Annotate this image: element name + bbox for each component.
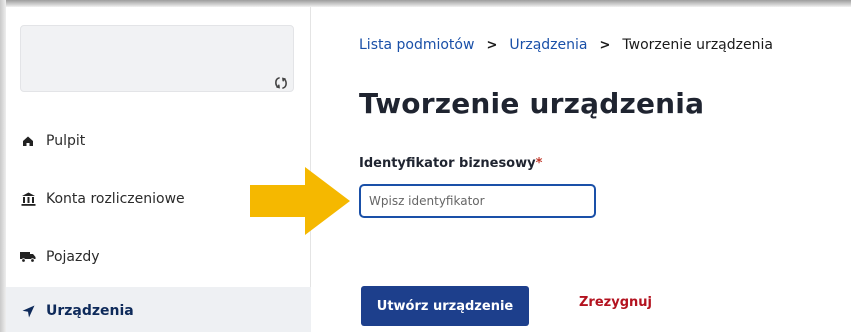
truck-icon — [20, 249, 36, 265]
sidebar-item-pojazdy[interactable]: Pojazdy — [6, 233, 311, 281]
page-title: Tworzenie urządzenia — [359, 87, 705, 120]
bank-icon — [20, 191, 36, 207]
chevron-right-icon: > — [599, 37, 611, 53]
sidebar-item-label: Urządzenia — [46, 303, 134, 319]
collapse-icon[interactable] — [273, 76, 289, 90]
breadcrumb-current: Tworzenie urządzenia — [622, 37, 773, 53]
sidebar-item-label: Konta rozliczeniowe — [46, 191, 185, 207]
sidebar-item-label: Pulpit — [46, 133, 86, 149]
breadcrumb: Lista podmiotów > Urządzenia > Tworzenie… — [359, 37, 773, 53]
breadcrumb-link-lista-podmiotow[interactable]: Lista podmiotów — [359, 37, 474, 53]
window-top-shadow — [0, 0, 851, 7]
sidebar-item-urzadzenia[interactable]: Urządzenia — [6, 287, 311, 332]
chevron-right-icon: > — [486, 37, 498, 53]
sidebar-item-label: Pojazdy — [46, 249, 100, 265]
home-icon — [20, 133, 36, 149]
profile-panel — [20, 25, 294, 92]
create-device-button[interactable]: Utwórz urządzenie — [361, 286, 529, 326]
identifier-label-text: Identyfikator biznesowy — [359, 156, 536, 171]
breadcrumb-link-urzadzenia[interactable]: Urządzenia — [509, 37, 587, 53]
sidebar-item-pulpit[interactable]: Pulpit — [6, 117, 311, 165]
identifier-input[interactable] — [359, 184, 596, 218]
main-content: Lista podmiotów > Urządzenia > Tworzenie… — [312, 7, 851, 332]
required-marker: * — [535, 156, 543, 171]
cancel-link[interactable]: Zrezygnuj — [579, 295, 652, 310]
identifier-label: Identyfikator biznesowy* — [359, 156, 542, 171]
annotation-arrow-icon — [250, 167, 350, 235]
location-arrow-icon — [20, 303, 36, 319]
